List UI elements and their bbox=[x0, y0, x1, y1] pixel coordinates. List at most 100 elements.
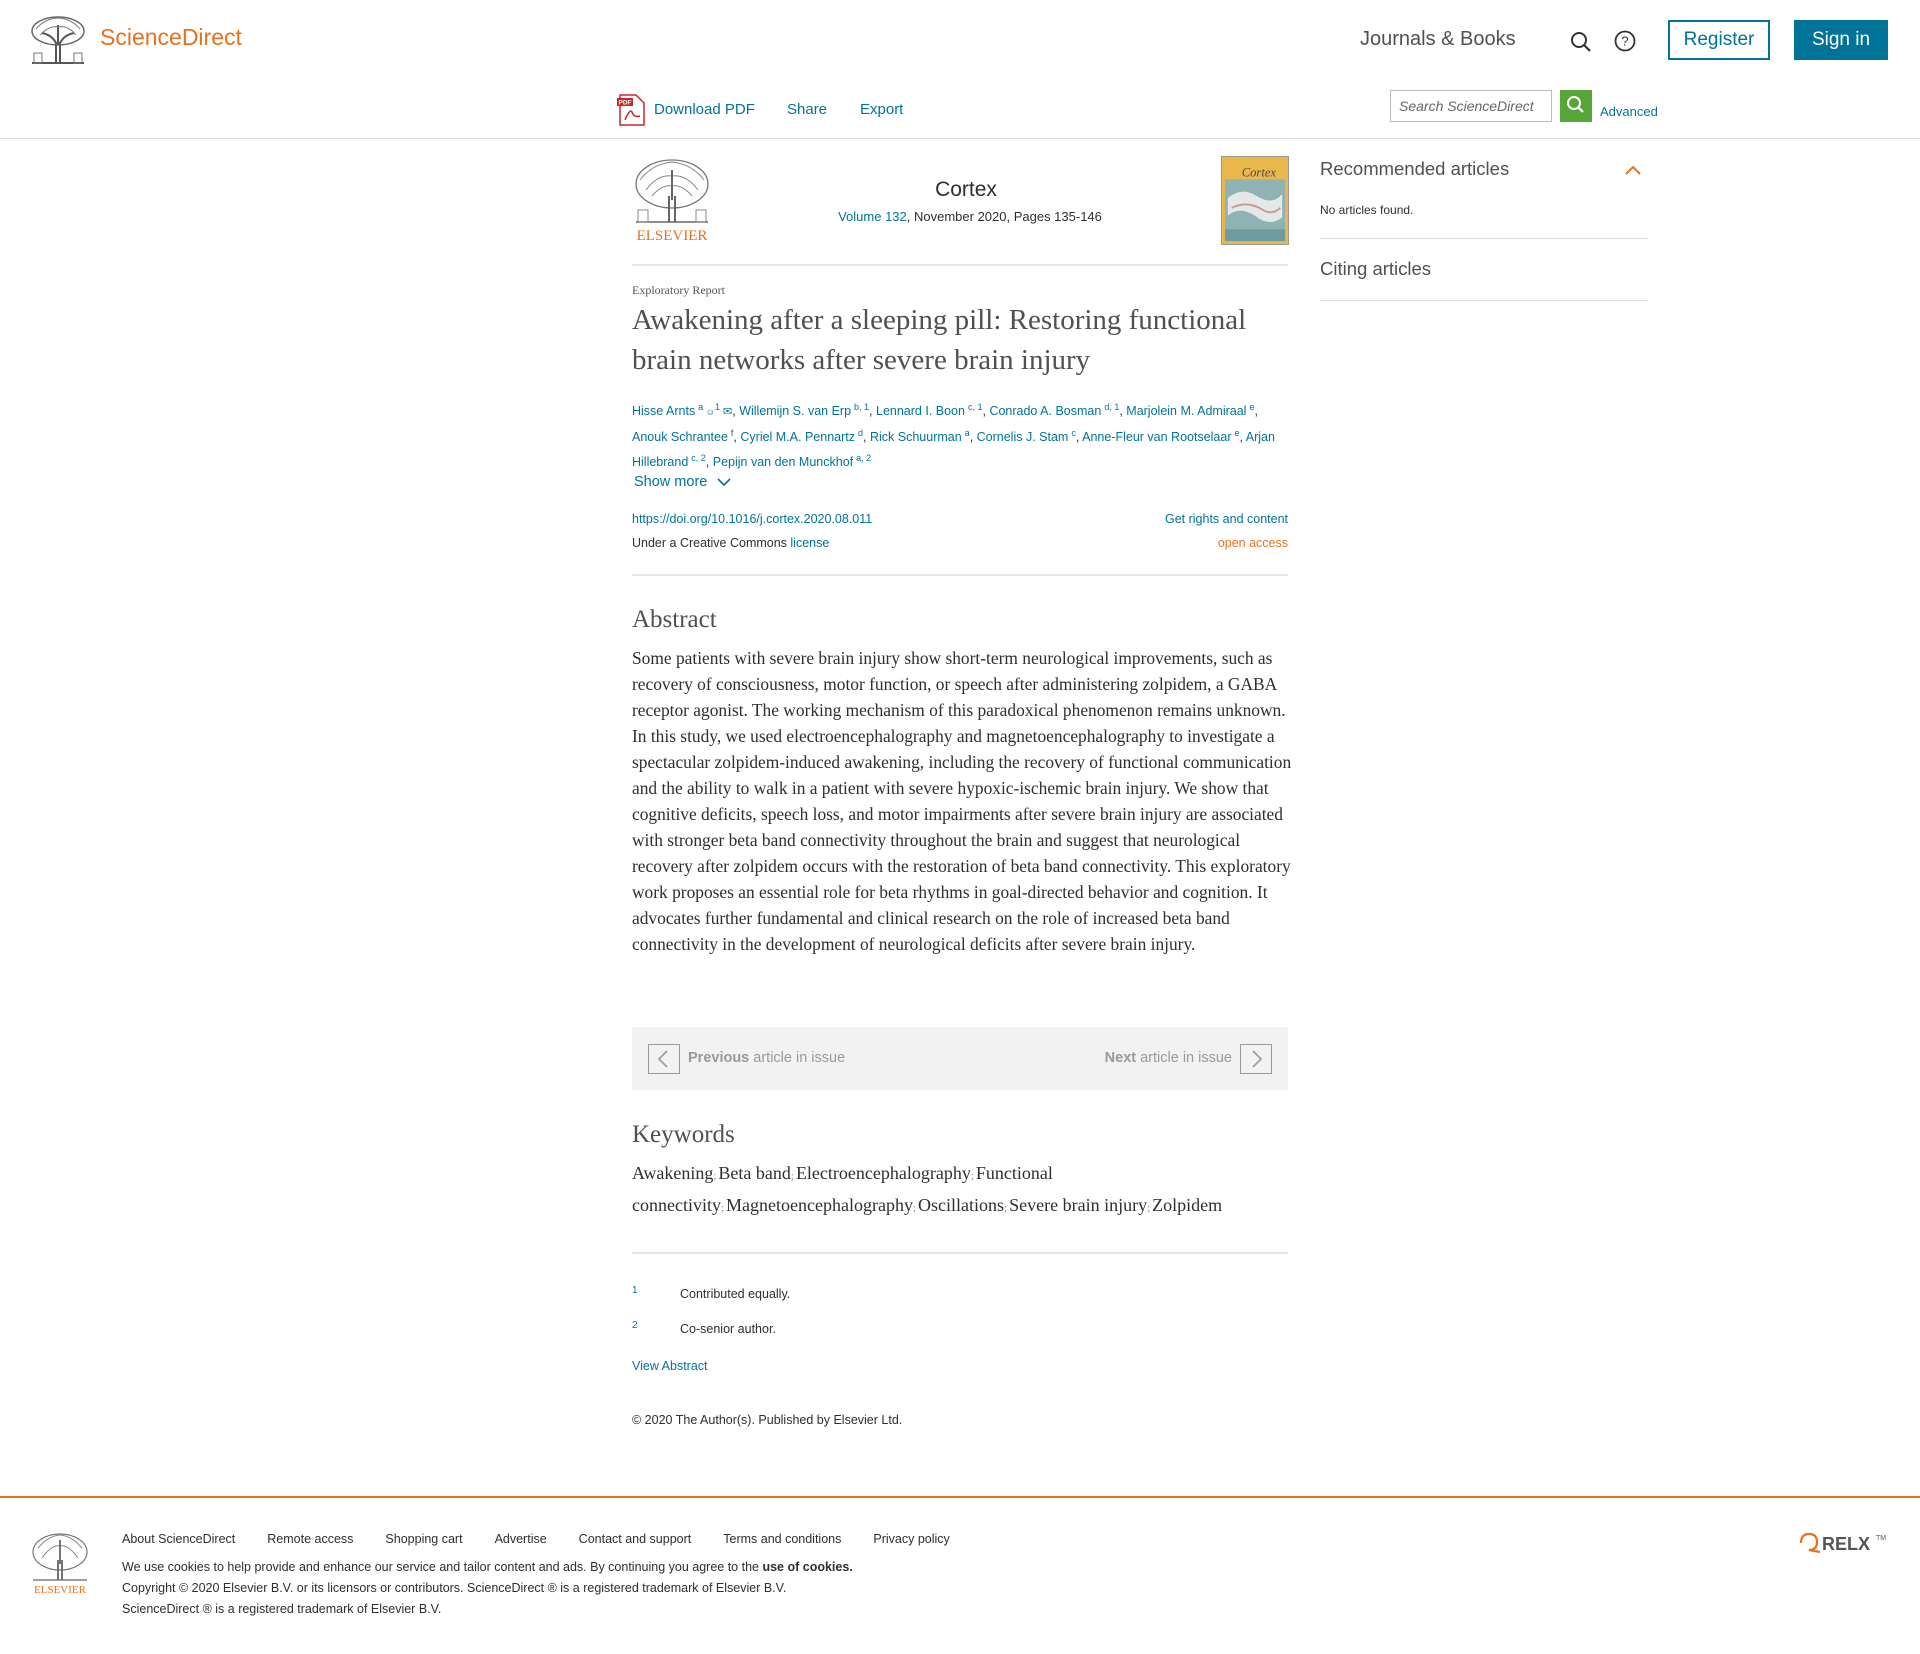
no-articles-message: No articles found. bbox=[1320, 203, 1414, 217]
email-icon[interactable]: ✉ bbox=[720, 406, 732, 418]
author-link[interactable]: Hisse Arnts bbox=[632, 404, 695, 418]
chevron-up-icon[interactable] bbox=[1624, 163, 1642, 177]
footer-trademark: ScienceDirect ® is a registered trademar… bbox=[122, 1602, 442, 1616]
rights-content-link[interactable]: Get rights and content bbox=[1120, 512, 1288, 526]
author-link[interactable]: Marjolein M. Admiraal bbox=[1126, 404, 1246, 418]
top-header: ScienceDirect Journals & Books ? Registe… bbox=[0, 0, 1920, 139]
author-separator: , bbox=[1254, 404, 1258, 419]
author-link[interactable]: Rick Schuurman bbox=[870, 430, 962, 444]
divider bbox=[632, 264, 1288, 266]
previous-article-link[interactable]: Previous article in issue bbox=[688, 1050, 845, 1066]
footer-copyright: Copyright © 2020 Elsevier B.V. or its li… bbox=[122, 1581, 787, 1595]
author-link[interactable]: Pepijn van den Munckhof bbox=[713, 455, 853, 469]
footnote-number: 2 bbox=[632, 1320, 638, 1331]
elsevier-footer-logo[interactable]: ELSEVIER bbox=[30, 1530, 90, 1596]
relx-wordmark: RELX bbox=[1822, 1534, 1870, 1554]
author-link[interactable]: Willemijn S. van Erp bbox=[739, 404, 851, 418]
license-link[interactable]: license bbox=[790, 536, 829, 550]
divider bbox=[1320, 300, 1648, 301]
article-type: Exploratory Report bbox=[632, 283, 725, 297]
previous-article-button[interactable] bbox=[648, 1044, 680, 1074]
use-of-cookies-link[interactable]: use of cookies bbox=[762, 1560, 849, 1574]
elsevier-logo[interactable]: ELSEVIER bbox=[632, 156, 712, 246]
divider bbox=[632, 574, 1288, 576]
license-prefix: Under a Creative Commons bbox=[632, 536, 791, 550]
journal-cover-image[interactable]: Cortex bbox=[1221, 156, 1289, 245]
sign-in-button[interactable]: Sign in bbox=[1794, 20, 1888, 60]
footer-link[interactable]: Remote access bbox=[267, 1532, 353, 1546]
search-icon[interactable] bbox=[1570, 31, 1592, 53]
issue-navigation: Previous article in issue Next article i… bbox=[632, 1027, 1288, 1090]
footer-link[interactable]: Terms and conditions bbox=[723, 1532, 841, 1546]
author-affiliation: a, 2 bbox=[856, 453, 872, 464]
keyword-list: Awakening; Beta band; Electroencephalograp… bbox=[632, 1159, 1292, 1223]
abstract-text: Some patients with severe brain injury s… bbox=[632, 648, 1292, 954]
abstract-heading: Abstract bbox=[632, 606, 717, 633]
chevron-down-icon bbox=[717, 478, 731, 487]
footer-link[interactable]: Shopping cart bbox=[385, 1532, 462, 1546]
footer-link[interactable]: Contact and support bbox=[579, 1532, 692, 1546]
author-separator: , bbox=[705, 455, 713, 470]
cookie-text: We use cookies to help provide and enhan… bbox=[122, 1560, 763, 1574]
relx-logo[interactable]: RELX TM bbox=[1798, 1530, 1886, 1556]
search-submit-button[interactable] bbox=[1560, 90, 1592, 122]
article-title: Awakening after a sleeping pill: Restori… bbox=[632, 304, 1247, 376]
author-affiliation: b, 1 bbox=[854, 402, 870, 412]
author-list: Hisse Arnts a ☺1 ✉, Willemijn S. van Erp b… bbox=[632, 397, 1292, 473]
doi-link[interactable]: https://doi.org/10.1016/j.cortex.2020.08… bbox=[632, 512, 872, 526]
keyword-separator: ; bbox=[1147, 1202, 1151, 1214]
view-abstract-link[interactable]: View Abstract bbox=[632, 1359, 708, 1373]
svg-text:?: ? bbox=[1621, 34, 1628, 49]
recommended-articles-heading[interactable]: Recommended articles bbox=[1320, 158, 1509, 180]
export-link[interactable]: Export bbox=[860, 101, 903, 118]
cookie-notice: We use cookies to help provide and enhan… bbox=[122, 1560, 853, 1574]
elsevier-tree-logo[interactable] bbox=[30, 15, 86, 65]
show-more-button[interactable]: Show more bbox=[634, 474, 731, 490]
keyword: Severe brain injury bbox=[1009, 1195, 1148, 1215]
author-link[interactable]: Anne-Fleur van Rootselaar bbox=[1082, 430, 1231, 444]
svg-text:PDF: PDF bbox=[619, 100, 632, 107]
pdf-icon[interactable]: PDF bbox=[616, 94, 646, 126]
footer-link[interactable]: Advertise bbox=[495, 1532, 547, 1546]
citing-articles-heading[interactable]: Citing articles bbox=[1320, 258, 1431, 280]
svg-text:TM: TM bbox=[1876, 1535, 1886, 1542]
keyword: Zolpidem bbox=[1152, 1195, 1223, 1215]
footer-link[interactable]: Privacy policy bbox=[873, 1532, 949, 1546]
author-separator: , bbox=[863, 430, 870, 445]
footer-links: About ScienceDirect Remote access Shopping… bbox=[122, 1532, 950, 1546]
next-article-button[interactable] bbox=[1240, 1044, 1272, 1074]
keyword-separator: ; bbox=[970, 1170, 974, 1182]
page-footer: ELSEVIER About ScienceDirect Remote acces… bbox=[0, 1496, 1920, 1654]
search-input[interactable] bbox=[1390, 90, 1552, 122]
help-icon[interactable]: ? bbox=[1614, 30, 1636, 52]
journals-books-link[interactable]: Journals & Books bbox=[1360, 28, 1516, 51]
divider bbox=[632, 1252, 1288, 1254]
divider bbox=[1320, 238, 1648, 239]
keyword: Electroencephalography bbox=[795, 1163, 971, 1183]
footer-link[interactable]: About ScienceDirect bbox=[122, 1532, 235, 1546]
register-button[interactable]: Register bbox=[1668, 20, 1770, 60]
author-link[interactable]: Conrado A. Bosman bbox=[989, 404, 1101, 418]
next-suffix: article in issue bbox=[1136, 1050, 1232, 1066]
author-separator: , bbox=[969, 430, 977, 445]
author-link[interactable]: Anouk Schrantee bbox=[632, 430, 728, 444]
svg-text:Cortex: Cortex bbox=[1242, 166, 1277, 180]
author-link[interactable]: Cyriel M.A. Pennartz bbox=[740, 430, 855, 444]
advanced-search-link[interactable]: Advanced bbox=[1600, 104, 1658, 119]
volume-info: Volume 132, November 2020, Pages 135-146 bbox=[760, 209, 1180, 224]
person-icon: ☺ bbox=[703, 407, 715, 418]
show-more-label: Show more bbox=[634, 474, 708, 490]
keyword-separator: ; bbox=[1004, 1202, 1008, 1214]
volume-link[interactable]: Volume 132 bbox=[838, 209, 907, 224]
sciencedirect-brand-link[interactable]: ScienceDirect bbox=[100, 24, 242, 51]
download-pdf-link[interactable]: Download PDF bbox=[654, 101, 755, 118]
journal-title[interactable]: Cortex bbox=[880, 178, 1052, 202]
author-link[interactable]: Cornelis J. Stam bbox=[977, 430, 1069, 444]
keyword: Awakening bbox=[632, 1163, 714, 1183]
next-article-link[interactable]: Next article in issue bbox=[1105, 1050, 1232, 1066]
cookie-suffix: . bbox=[849, 1560, 853, 1574]
license-info: Under a Creative Commons license bbox=[632, 536, 829, 550]
author-link[interactable]: Lennard I. Boon bbox=[876, 404, 965, 418]
previous-suffix: article in issue bbox=[749, 1050, 846, 1066]
share-link[interactable]: Share bbox=[787, 101, 827, 118]
